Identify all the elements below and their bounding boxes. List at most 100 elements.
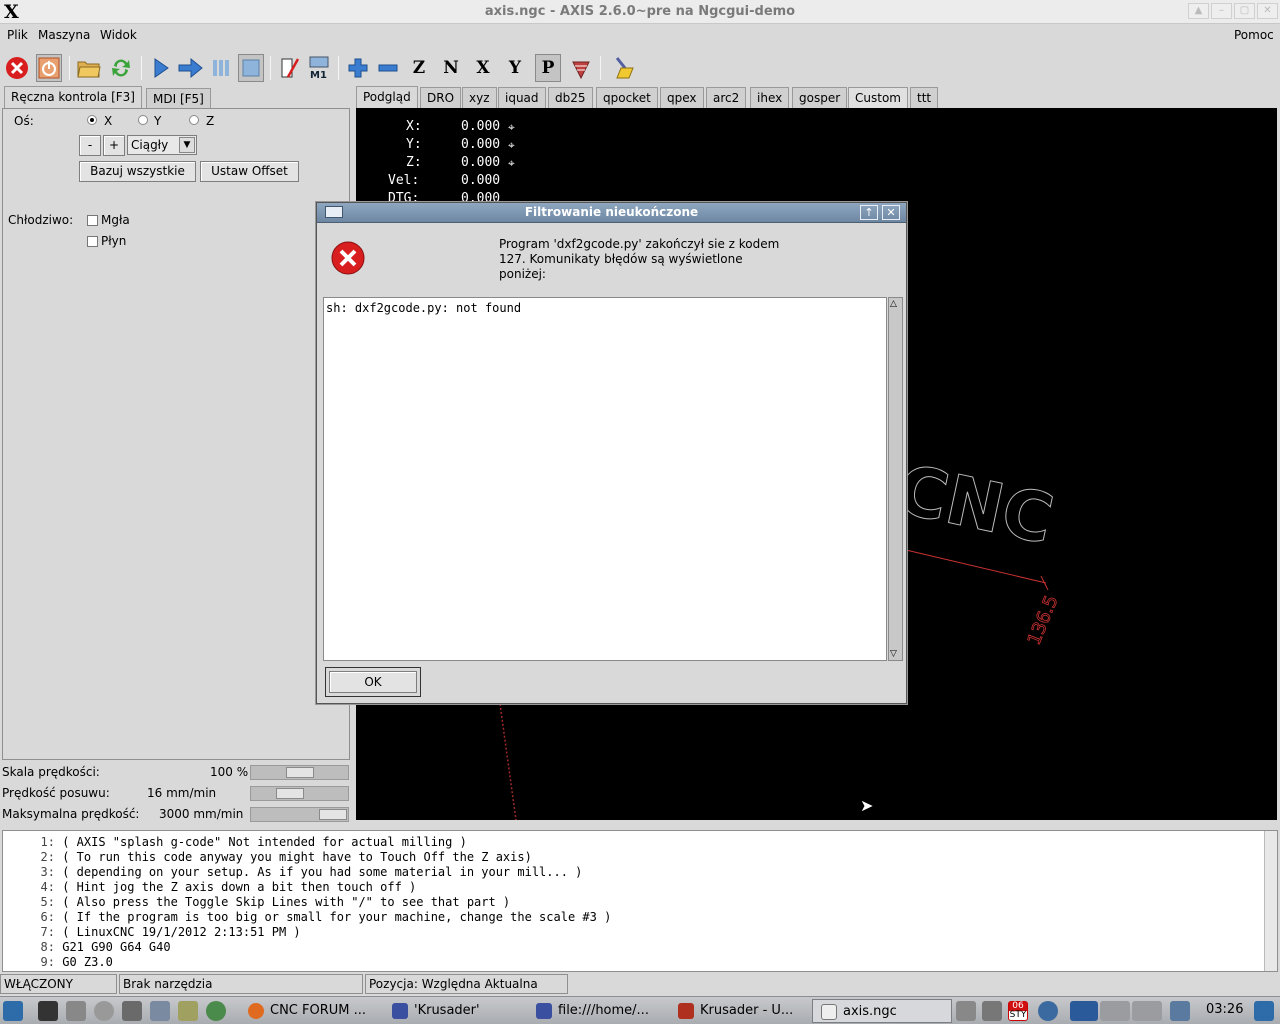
sync-icon[interactable] <box>1038 1001 1058 1021</box>
estop-icon[interactable] <box>4 54 30 82</box>
reload-icon[interactable] <box>108 54 134 82</box>
gcode-line[interactable]: 6: ( If the program is too big or small … <box>3 910 612 925</box>
app-launcher-icon[interactable] <box>150 1001 170 1021</box>
radio-axis-y[interactable] <box>138 115 148 125</box>
max-velocity-slider[interactable] <box>250 807 349 822</box>
machine-status: WŁĄCZONY <box>0 974 117 994</box>
keyboard-icon[interactable] <box>1170 1001 1190 1021</box>
view-x-icon[interactable]: X <box>470 54 496 82</box>
view-p-icon[interactable]: P <box>535 54 561 82</box>
ok-button[interactable]: OK <box>325 667 421 697</box>
gcode-line[interactable]: 1: ( AXIS "splash g-code" Not intended f… <box>3 835 467 850</box>
run-icon[interactable] <box>148 54 174 82</box>
tab-qpex[interactable]: qpex <box>660 87 704 108</box>
menu-help[interactable]: Pomoc <box>1234 28 1274 42</box>
jog-minus-button[interactable]: - <box>79 135 101 156</box>
editor-icon[interactable] <box>178 1001 198 1021</box>
menu-file[interactable]: Plik <box>7 28 28 42</box>
power-icon[interactable] <box>36 54 62 82</box>
tab-dro[interactable]: DRO <box>420 87 462 108</box>
zoom-in-icon[interactable] <box>345 54 371 82</box>
jog-plus-button[interactable]: + <box>103 135 125 156</box>
task-krusader-2[interactable]: Krusader - U... <box>670 999 799 1023</box>
stop-icon[interactable] <box>238 54 264 82</box>
tab-xyz[interactable]: xyz <box>462 87 497 108</box>
gcode-line[interactable]: 2: ( To run this code anyway you might h… <box>3 850 532 865</box>
gcode-line[interactable]: 3: ( depending on your setup. As if you … <box>3 865 583 880</box>
error-output-text[interactable]: sh: dxf2gcode.py: not found <box>323 297 887 661</box>
view-y-icon[interactable]: Y <box>502 54 528 82</box>
network-globe-icon[interactable] <box>206 1001 226 1021</box>
step-icon[interactable] <box>178 54 204 82</box>
desktop-3-icon[interactable] <box>1132 1001 1162 1021</box>
tab-mdi[interactable]: MDI [F5] <box>146 88 211 109</box>
slider-thumb[interactable] <box>286 767 314 778</box>
file-manager-icon[interactable] <box>66 1001 86 1021</box>
jog-speed-slider[interactable] <box>250 786 349 801</box>
rotate-view-icon[interactable] <box>568 54 594 82</box>
optional-stop-icon[interactable]: M1 <box>306 54 332 82</box>
dialog-close-icon[interactable]: ✕ <box>882 205 900 220</box>
wm-maximize-icon[interactable]: ▢ <box>1234 3 1255 19</box>
gcode-line[interactable]: 9: G0 Z3.0 <box>3 955 113 970</box>
gcode-listing[interactable]: 1: ( AXIS "splash g-code" Not intended f… <box>2 830 1278 972</box>
gcode-line[interactable]: 4: ( Hint jog the Z axis down a bit then… <box>3 880 417 895</box>
tab-iquad[interactable]: iquad <box>498 87 546 108</box>
desktop-1-icon[interactable] <box>1070 1001 1098 1021</box>
logout-icon[interactable] <box>1254 1001 1274 1021</box>
tab-manual-control[interactable]: Ręczna kontrola [F3] <box>4 86 142 109</box>
terminal-icon[interactable] <box>38 1001 58 1021</box>
feed-override-slider[interactable] <box>250 765 349 780</box>
menu-machine[interactable]: Maszyna <box>38 28 90 42</box>
tab-ihex[interactable]: ihex <box>750 87 790 108</box>
home-all-button[interactable]: Bazuj wszystkie <box>79 161 196 182</box>
volume-icon[interactable] <box>982 1001 1002 1021</box>
open-file-icon[interactable] <box>76 54 102 82</box>
dialog-scrollbar[interactable]: △ ▽ <box>888 297 903 661</box>
wm-close-icon[interactable]: ✕ <box>1257 3 1278 19</box>
menu-view[interactable]: Widok <box>100 28 137 42</box>
pause-icon[interactable] <box>208 54 234 82</box>
radio-axis-z[interactable] <box>189 115 199 125</box>
view-z2-icon[interactable]: N <box>438 54 464 82</box>
desktop-2-icon[interactable] <box>1100 1001 1130 1021</box>
dialog-title-bar[interactable]: Filtrowanie nieukończone ↑ ✕ <box>317 203 906 223</box>
x-logo-icon <box>821 1004 837 1020</box>
clear-plot-icon[interactable] <box>610 54 636 82</box>
task-krusader-1[interactable]: 'Krusader' <box>384 999 486 1023</box>
gcode-line[interactable]: 7: ( LinuxCNC 19/1/2012 2:13:51 PM ) <box>3 925 301 940</box>
tab-custom[interactable]: Custom <box>848 87 908 108</box>
zoom-out-icon[interactable] <box>375 54 401 82</box>
slider-thumb[interactable] <box>319 809 347 820</box>
jog-mode-select[interactable]: Ciągły ▼ <box>127 135 197 155</box>
gcode-scrollbar[interactable] <box>1264 831 1277 971</box>
gcode-line[interactable]: 8: G21 G90 G64 G40 <box>3 940 171 955</box>
scroll-down-icon[interactable]: ▽ <box>890 649 897 659</box>
scroll-up-icon[interactable]: △ <box>890 299 897 309</box>
tab-gosper[interactable]: gosper <box>792 87 848 108</box>
calendar-icon[interactable]: 06 STY <box>1008 1001 1028 1021</box>
tab-qpocket[interactable]: qpocket <box>596 87 658 108</box>
tools-icon[interactable] <box>122 1001 142 1021</box>
tab-db25[interactable]: db25 <box>548 87 593 108</box>
view-z-icon[interactable]: Z <box>406 54 432 82</box>
wm-up-icon[interactable]: ▲ <box>1188 3 1209 19</box>
slider-thumb[interactable] <box>276 788 304 799</box>
tab-ttt[interactable]: ttt <box>910 87 939 108</box>
settings-icon[interactable] <box>94 1001 114 1021</box>
task-file-browser[interactable]: file:///home/... <box>528 999 655 1023</box>
start-menu-icon[interactable] <box>3 1001 23 1021</box>
task-cnc-forum[interactable]: CNC FORUM ... <box>240 999 372 1023</box>
task-axis[interactable]: axis.ngc <box>812 999 952 1023</box>
network-tray-icon[interactable] <box>956 1001 976 1021</box>
mist-checkbox[interactable] <box>87 215 98 226</box>
radio-axis-x[interactable] <box>87 115 97 125</box>
flood-checkbox[interactable] <box>87 236 98 247</box>
tab-arc2[interactable]: arc2 <box>706 87 747 108</box>
gcode-line[interactable]: 5: ( Also press the Toggle Skip Lines wi… <box>3 895 511 910</box>
tab-preview[interactable]: Podgląd <box>356 86 418 108</box>
set-offset-button[interactable]: Ustaw Offset <box>200 161 299 182</box>
wm-minimize-icon[interactable]: – <box>1211 3 1232 19</box>
dialog-maximize-icon[interactable]: ↑ <box>860 205 878 220</box>
skip-lines-icon[interactable] <box>277 54 303 82</box>
